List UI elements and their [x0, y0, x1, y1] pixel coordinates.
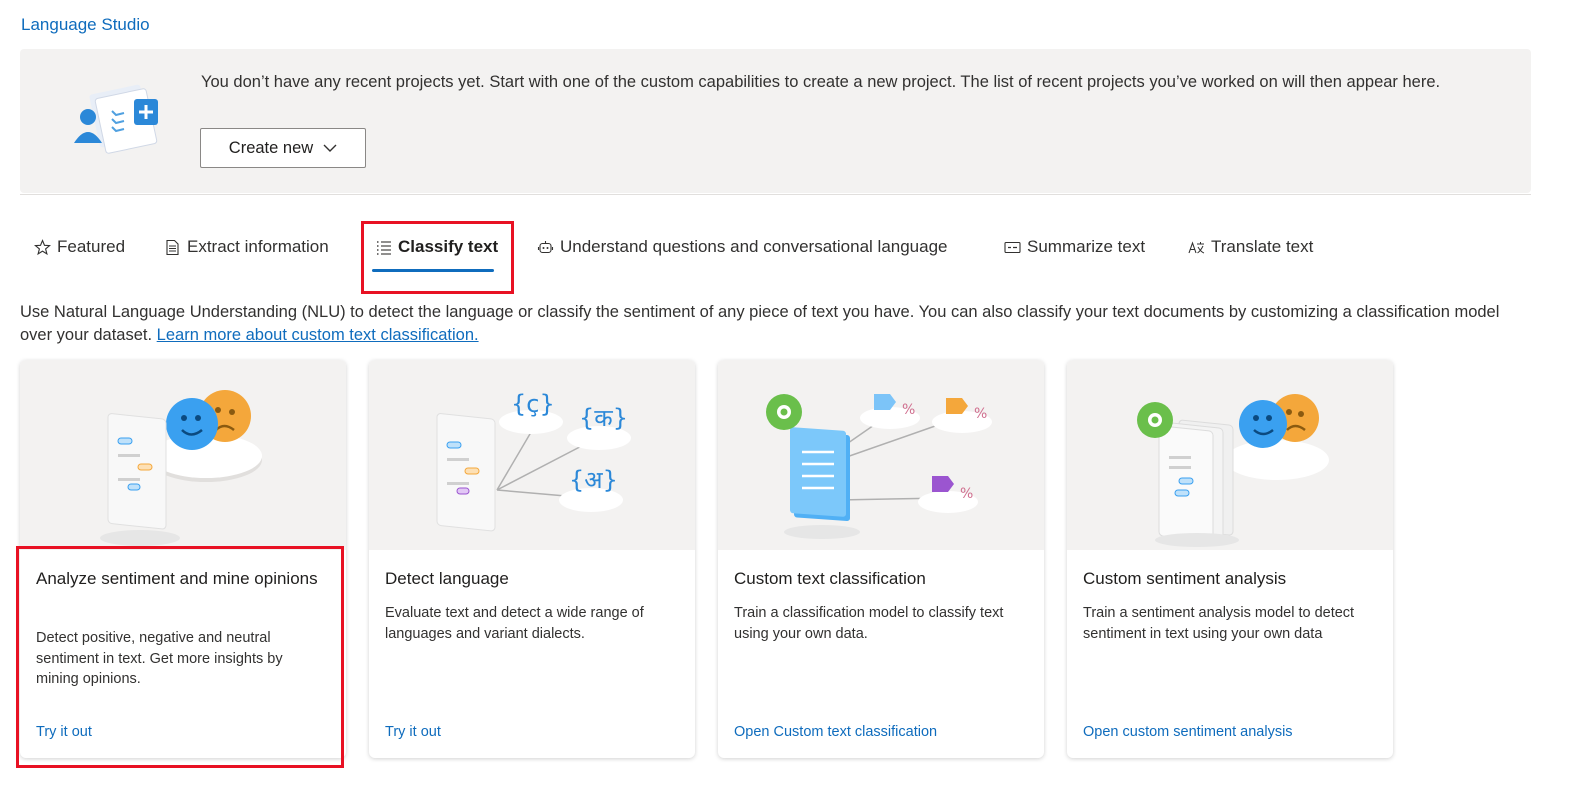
tab-summarize-text[interactable]: Summarize text: [1004, 232, 1145, 262]
bot-icon: [537, 240, 554, 253]
sentiment-illustration: [100, 390, 262, 546]
tab-label: Understand questions and conversational …: [560, 237, 948, 256]
banner-message: You don’t have any recent projects yet. …: [201, 73, 1441, 91]
tab-featured[interactable]: Featured: [34, 232, 125, 262]
percent-glyph: %: [960, 486, 973, 502]
tab-description: Use Natural Language Understanding (NLU)…: [20, 301, 1530, 347]
tab-understand-questions[interactable]: Understand questions and conversational …: [537, 232, 948, 262]
create-new-label: Create new: [228, 138, 314, 157]
card-illustration: [1067, 360, 1393, 550]
tab-label: Summarize text: [1027, 237, 1146, 256]
chevron-down-icon: [323, 144, 337, 152]
highlight-box-tab: [361, 221, 514, 294]
language-illustration: {ç} {क} {अ}: [436, 390, 631, 532]
divider: [20, 194, 1531, 195]
learn-more-link[interactable]: Learn more about custom text classificat…: [157, 326, 479, 344]
open-custom-text-classification-link[interactable]: Open Custom text classification: [734, 724, 937, 740]
create-new-button[interactable]: Create new: [200, 128, 366, 168]
try-it-out-link[interactable]: Try it out: [385, 724, 441, 740]
card-custom-sentiment-analysis[interactable]: Custom sentiment analysis Train a sentim…: [1067, 360, 1393, 758]
tab-translate-text[interactable]: Translate text: [1188, 232, 1313, 262]
card-title: Detect language: [385, 569, 509, 588]
translate-icon: [1188, 240, 1205, 253]
card-illustration: {ç} {क} {अ}: [369, 360, 695, 550]
breadcrumb-language-studio[interactable]: Language Studio: [21, 15, 150, 35]
open-custom-sentiment-analysis-link[interactable]: Open custom sentiment analysis: [1083, 724, 1293, 740]
percent-glyph: %: [902, 402, 915, 418]
tab-label: Featured: [57, 237, 126, 256]
percent-glyph: %: [974, 406, 987, 422]
card-title: Custom text classification: [734, 569, 926, 588]
tab-label: Translate text: [1211, 237, 1314, 256]
card-illustration: [20, 360, 346, 550]
tab-label: Extract information: [187, 237, 329, 256]
language-glyph-2: {क}: [579, 404, 628, 432]
card-description: Evaluate text and detect a wide range of…: [385, 605, 644, 642]
document-icon: [166, 239, 179, 255]
custom-sentiment-illustration: [1137, 394, 1329, 547]
classification-illustration: % % %: [766, 394, 992, 539]
new-project-illustration: [74, 84, 158, 154]
card-description: Train a classification model to classify…: [734, 605, 1004, 642]
card-description: Train a sentiment analysis model to dete…: [1083, 605, 1355, 642]
card-custom-text-classification[interactable]: % % % Custom text classification Train a…: [718, 360, 1044, 758]
tab-extract-information[interactable]: Extract information: [164, 232, 329, 262]
language-glyph-3: {अ}: [569, 466, 618, 494]
card-title: Custom sentiment analysis: [1083, 569, 1287, 588]
highlight-box-card: [16, 546, 344, 768]
summary-icon: [1004, 241, 1021, 253]
recent-projects-banner: You don’t have any recent projects yet. …: [20, 49, 1531, 193]
language-glyph-1: {ç}: [511, 390, 555, 418]
card-illustration: % % %: [718, 360, 1044, 550]
star-icon: [34, 238, 51, 255]
card-detect-language[interactable]: {ç} {क} {अ} Detect language Evaluate tex…: [369, 360, 695, 758]
